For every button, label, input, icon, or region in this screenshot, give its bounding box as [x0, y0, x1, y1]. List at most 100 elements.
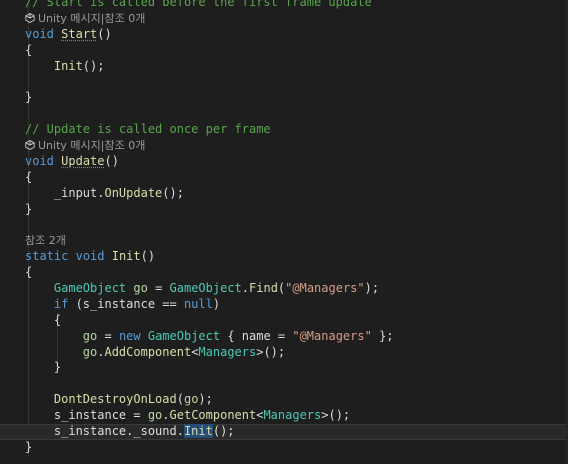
code-token: static — [25, 249, 69, 264]
code-line[interactable]: // Update is called once per frame — [0, 122, 568, 138]
code-token: Unity 메시지|참조 0개 — [38, 11, 146, 25]
code-token: AddComponent — [104, 344, 192, 359]
code-token: } — [25, 90, 33, 105]
code-token: Unity 메시지|참조 0개 — [38, 139, 146, 153]
code-line[interactable]: { — [0, 313, 568, 329]
code-token: >(); — [321, 408, 351, 423]
code-token: go — [147, 408, 163, 423]
code-line[interactable]: void Update() — [0, 154, 568, 170]
code-token: OnUpdate — [104, 185, 163, 200]
code-line[interactable]: DontDestroyOnLoad(go); — [0, 392, 568, 408]
code-token: = — [97, 328, 119, 343]
code-line[interactable]: } — [0, 90, 568, 106]
code-token: () — [97, 26, 112, 41]
code-line[interactable]: } — [0, 440, 568, 456]
code-token: { — [25, 312, 62, 327]
code-token: { — [25, 169, 33, 184]
code-token: . — [162, 408, 170, 423]
codelens-line[interactable]: Unity 메시지|참조 0개 — [0, 138, 568, 154]
code-token: { — [25, 42, 33, 57]
codelens-line[interactable]: Unity 메시지|참조 0개 — [0, 11, 568, 27]
code-line[interactable] — [0, 106, 568, 122]
code-token: () — [104, 153, 119, 168]
code-token: GameObject — [169, 281, 242, 296]
code-line[interactable]: if (s_instance == null) — [0, 297, 568, 313]
code-token: Find — [249, 281, 278, 296]
code-token: } — [25, 439, 33, 454]
code-token: Start — [61, 26, 98, 41]
code-token: void — [75, 249, 105, 264]
code-token: (); — [82, 58, 105, 73]
code-line[interactable]: Init(); — [0, 59, 568, 75]
code-token: >(); — [256, 344, 286, 359]
code-token: { name = — [220, 328, 293, 343]
code-token: "@Managers" — [292, 328, 372, 343]
code-line[interactable]: s_instance = go.GetComponent<Managers>()… — [0, 408, 568, 424]
code-token: . — [241, 281, 250, 296]
code-token: "@Managers" — [285, 281, 365, 296]
code-token: // Start is called before the first fram… — [25, 0, 372, 9]
code-line[interactable]: _input.OnUpdate(); — [0, 186, 568, 202]
code-token: } — [25, 201, 33, 216]
code-token: Managers — [198, 344, 257, 359]
code-line[interactable]: } — [0, 202, 568, 218]
code-line[interactable]: go = new GameObject { name = "@Managers"… — [0, 329, 568, 345]
code-token: ) — [212, 296, 221, 311]
code-token: }; — [371, 328, 394, 343]
code-line[interactable]: // Start is called before the first fram… — [0, 0, 568, 11]
code-line[interactable] — [0, 74, 568, 90]
code-token: s_instance = — [25, 408, 148, 423]
code-token: null — [183, 296, 213, 311]
code-token: (s_instance == — [68, 296, 184, 311]
code-token: () — [140, 249, 156, 264]
code-token: Managers — [263, 408, 322, 423]
code-token: _input. — [25, 185, 105, 200]
code-token: void — [25, 26, 54, 41]
code-token: go — [82, 344, 98, 359]
code-line[interactable]: { — [0, 265, 568, 281]
code-token: DontDestroyOnLoad — [53, 392, 177, 407]
code-token: ( — [176, 392, 184, 407]
code-token: Init — [183, 424, 213, 439]
code-token: (); — [162, 185, 184, 200]
code-token: (); — [212, 424, 235, 439]
code-line[interactable]: void Start() — [0, 27, 568, 43]
code-token: ); — [198, 392, 213, 407]
code-line[interactable]: { — [0, 43, 568, 59]
code-line[interactable] — [0, 217, 568, 233]
code-token: go — [183, 392, 199, 407]
code-line[interactable]: s_instance._sound.Init(); — [0, 424, 568, 440]
unity-cube-icon — [25, 139, 35, 151]
code-line[interactable]: static void Init() — [0, 249, 568, 265]
code-editor[interactable]: // Start is called before the first fram… — [0, 0, 568, 456]
codelens-line[interactable]: 참조 2개 — [0, 233, 568, 249]
code-token: GetComponent — [169, 408, 257, 423]
code-token: ); — [364, 281, 380, 296]
code-line[interactable]: GameObject go = GameObject.Find("@Manage… — [0, 281, 568, 297]
code-token: if — [53, 296, 69, 311]
code-token: GameObject — [147, 328, 221, 343]
code-token: // Update is called once per frame — [25, 122, 271, 137]
code-token: = — [147, 281, 170, 296]
code-line[interactable]: } — [0, 360, 568, 376]
code-token: new — [118, 328, 141, 343]
unity-cube-icon — [25, 12, 35, 23]
code-token: go — [133, 281, 148, 296]
code-token: Update — [61, 153, 105, 168]
code-token: 참조 2개 — [25, 234, 66, 248]
code-line[interactable] — [0, 376, 568, 392]
code-token: void — [25, 153, 54, 168]
code-token: go — [82, 328, 98, 343]
code-token: GameObject — [53, 281, 127, 296]
code-line[interactable]: go.AddComponent<Managers>(); — [0, 345, 568, 361]
code-token: { — [25, 265, 33, 280]
code-line[interactable]: { — [0, 170, 568, 186]
